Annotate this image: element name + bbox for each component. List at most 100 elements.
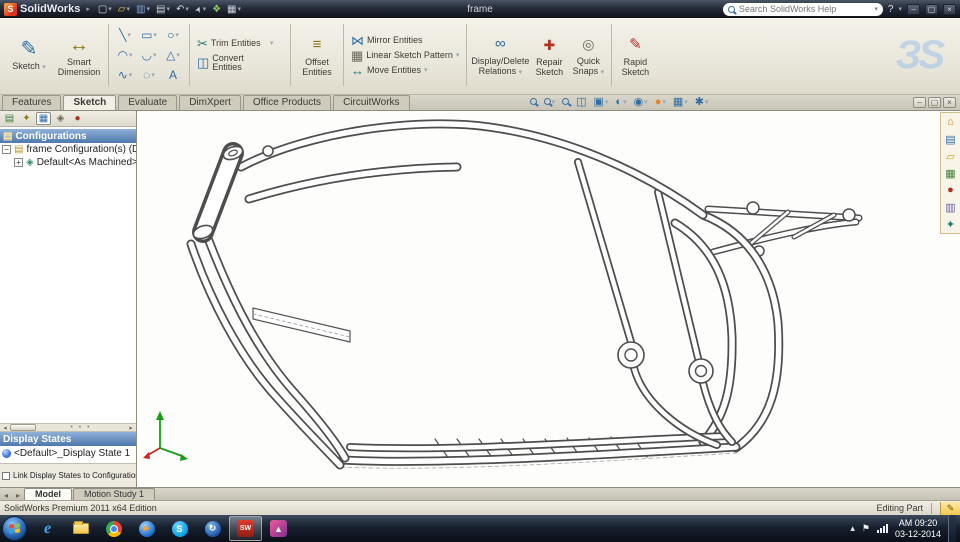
expander-icon[interactable]: −	[2, 145, 11, 154]
help-search-box[interactable]: ▾	[722, 2, 883, 16]
convert-entities-button[interactable]: ◫ Convert Entities	[194, 52, 286, 74]
tab-features[interactable]: Features	[2, 95, 62, 110]
configurations-header: ▤ Configurations	[0, 129, 136, 143]
doc-restore-button[interactable]: ▢	[928, 97, 941, 108]
app-menu-arrow-icon[interactable]: ▸	[86, 5, 90, 13]
rectangle-tool-button[interactable]: ▭ ▾	[137, 28, 161, 42]
configurationmanager-tab-icon[interactable]: ▦	[36, 112, 51, 125]
scroll-left-icon[interactable]: ◂	[0, 424, 10, 432]
view-orientation-button[interactable]: ▣ ▾	[593, 95, 608, 108]
display-style-button[interactable]: ◐ ▾	[615, 96, 626, 108]
rapid-sketch-button[interactable]: ✎ Rapid Sketch	[616, 22, 654, 88]
mirror-entities-button[interactable]: ⋈ Mirror Entities	[348, 34, 462, 47]
apply-scene-button[interactable]: ▦ ▾	[673, 95, 688, 108]
zoom-fit-button[interactable]	[529, 98, 537, 105]
appearances-scenes-icon[interactable]: ●	[943, 183, 958, 197]
taskbar-solidworks-button[interactable]: SW	[229, 516, 262, 541]
solidworks-resources-icon[interactable]: ⌂	[943, 115, 958, 129]
taskbar-explorer-button[interactable]	[64, 516, 97, 541]
taskbar-app-button[interactable]: ↻	[196, 516, 229, 541]
ellipse-tool-button[interactable]: ◌ ▾	[137, 68, 161, 82]
options-button[interactable]: ▦ ▾	[227, 4, 241, 15]
doc-close-button[interactable]: ×	[943, 97, 956, 108]
save-button[interactable]: ▥ ▾	[136, 4, 150, 15]
displaymanager-tab-icon[interactable]: ●	[70, 112, 85, 125]
scroll-thumb[interactable]	[10, 424, 36, 431]
show-desktop-button[interactable]	[948, 515, 956, 542]
tab-motion-study[interactable]: Motion Study 1	[73, 488, 156, 500]
panel-splitter-bar[interactable]: ◂ • • • ▸	[0, 423, 136, 432]
forum-icon[interactable]: ✦	[943, 217, 958, 231]
window-minimize-button[interactable]: –	[907, 3, 920, 15]
search-input[interactable]	[738, 4, 871, 14]
rebuild-button[interactable]: ❖	[212, 4, 221, 15]
custom-properties-icon[interactable]: ▥	[943, 200, 958, 214]
line-tool-button[interactable]: ╲ ▾	[113, 28, 137, 42]
window-close-button[interactable]: ×	[943, 3, 956, 15]
display-state-item[interactable]: <Default>_Display State 1	[0, 446, 136, 461]
new-document-button[interactable]: ▢ ▾	[98, 4, 112, 15]
tab-scroll-left-icon[interactable]: ◂	[0, 491, 12, 500]
spline-tool-button[interactable]: ∿ ▾	[113, 68, 137, 82]
tab-sketch[interactable]: Sketch	[63, 95, 117, 110]
edit-appearance-button[interactable]: ● ▾	[655, 96, 666, 108]
quick-snaps-button[interactable]: ◎ Quick Snaps ▾	[569, 22, 607, 88]
splitter-handle[interactable]: • • •	[36, 424, 126, 431]
dimxpertmanager-tab-icon[interactable]: ◈	[53, 112, 68, 125]
doc-minimize-button[interactable]: –	[913, 97, 926, 108]
view-settings-button[interactable]: ✱ ▾	[695, 95, 709, 108]
tab-model[interactable]: Model	[24, 488, 73, 500]
taskbar-media-player-button[interactable]: ▸	[130, 516, 163, 541]
taskbar-chrome-button[interactable]	[97, 516, 130, 541]
trim-entities-button[interactable]: ✂ Trim Entities ▾	[194, 37, 286, 50]
graphics-viewport[interactable]: ⌂ ▤ ▱ ▦ ● ▥ ✦	[137, 111, 960, 487]
network-icon[interactable]	[876, 524, 888, 533]
taskbar-internet-explorer-button[interactable]: e	[31, 516, 64, 541]
scroll-right-icon[interactable]: ▸	[126, 424, 136, 432]
arc-tool-button[interactable]: ◠ ▾	[113, 48, 137, 62]
display-delete-relations-button[interactable]: ∞ Display/Delete Relations ▾	[471, 22, 529, 88]
window-restore-button[interactable]: ▢	[925, 3, 938, 15]
undo-button[interactable]: ↶ ▾	[176, 4, 189, 15]
smart-dimension-button[interactable]: ↔ Smart Dimension	[54, 22, 104, 88]
action-center-flag-icon[interactable]: ⚑	[862, 523, 870, 534]
expander-icon[interactable]: +	[14, 158, 23, 167]
tab-office-products[interactable]: Office Products	[242, 95, 332, 110]
taskbar-clock[interactable]: AM 09:20 03-12-2014	[895, 518, 941, 540]
hide-show-items-button[interactable]: ◉ ▾	[634, 95, 648, 108]
taskbar-paint-button[interactable]: ▲	[262, 516, 295, 541]
tab-scroll-right-icon[interactable]: ▸	[12, 491, 24, 500]
tree-item-default-config[interactable]: + ◈ Default<As Machined> [	[0, 156, 136, 169]
help-button[interactable]: ?	[888, 4, 894, 15]
view-palette-icon[interactable]: ▦	[943, 166, 958, 180]
search-dropdown-icon[interactable]: ▾	[874, 5, 878, 13]
repair-sketch-button[interactable]: ✚ Repair Sketch	[529, 22, 569, 88]
tree-item-configuration-root[interactable]: − ▤ frame Configuration(s) (Defa	[0, 143, 136, 156]
threepoint-arc-tool-button[interactable]: ◡ ▾	[137, 48, 161, 62]
start-button[interactable]	[2, 516, 27, 541]
print-button[interactable]: ▤ ▾	[156, 4, 170, 15]
tab-dimxpert[interactable]: DimXpert	[179, 95, 241, 110]
text-tool-button[interactable]: A	[161, 68, 185, 82]
taskbar-skype-button[interactable]: S	[163, 516, 196, 541]
zoom-area-button[interactable]: ▾	[543, 98, 555, 106]
featuremanager-tree-tab-icon[interactable]: ▤	[2, 112, 17, 125]
file-explorer-icon[interactable]: ▱	[943, 149, 958, 163]
offset-entities-button[interactable]: ≡ Offset Entities	[295, 22, 339, 88]
propertymanager-tab-icon[interactable]: ✦	[19, 112, 34, 125]
link-display-states-checkbox[interactable]	[2, 471, 10, 480]
sketch-button[interactable]: ✎ Sketch ▾	[4, 22, 54, 88]
polygon-tool-button[interactable]: △ ▾	[161, 48, 185, 62]
select-button[interactable]: ➤ ▾	[193, 4, 206, 14]
tab-evaluate[interactable]: Evaluate	[118, 95, 178, 110]
circle-tool-button[interactable]: ○ ▾	[161, 28, 185, 42]
help-dropdown-icon[interactable]: ▾	[898, 5, 902, 13]
linear-sketch-pattern-button[interactable]: ▦ Linear Sketch Pattern ▾	[348, 49, 462, 62]
design-library-icon[interactable]: ▤	[943, 132, 958, 146]
tab-circuitworks[interactable]: CircuitWorks	[333, 95, 410, 110]
open-button[interactable]: ▱ ▾	[118, 4, 130, 15]
show-hidden-icons-button[interactable]: ▴	[850, 523, 855, 534]
move-entities-button[interactable]: ↔ Move Entities ▾	[348, 64, 462, 77]
section-view-button[interactable]: ◫	[576, 95, 586, 108]
previous-view-button[interactable]	[562, 98, 570, 105]
